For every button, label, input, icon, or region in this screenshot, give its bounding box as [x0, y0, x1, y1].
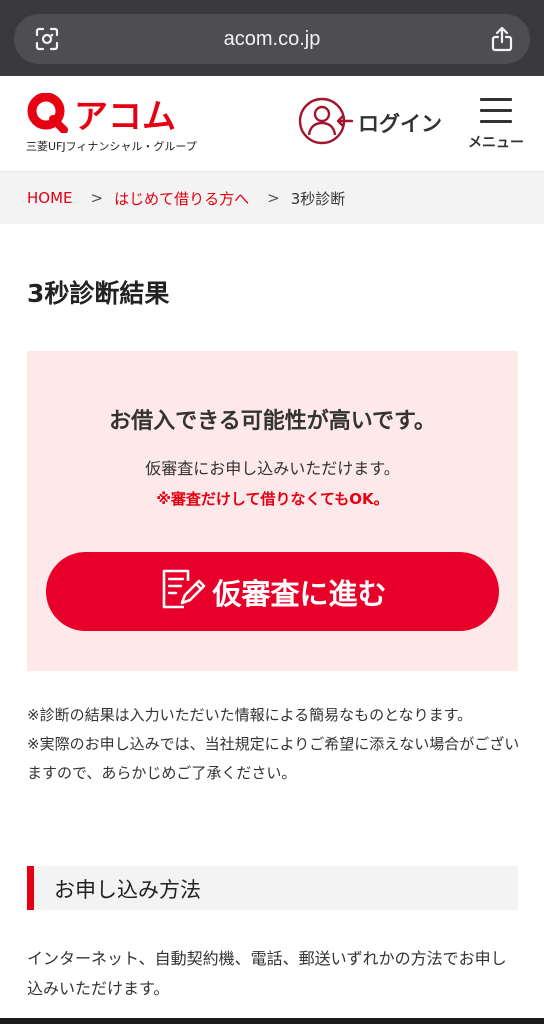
url-text[interactable]: acom.co.jp	[14, 28, 530, 51]
login-label: ログイン	[358, 112, 442, 136]
hamburger-icon-bar	[480, 120, 512, 123]
acom-logo-mark-icon	[26, 92, 70, 137]
section-heading: お申し込み方法	[27, 866, 518, 910]
login-button[interactable]: ログイン	[298, 96, 442, 150]
logo-text: アコム	[74, 97, 176, 137]
breadcrumb-home[interactable]: HOME	[27, 189, 73, 207]
breadcrumb: HOME > はじめて借りる方へ > 3秒診断	[0, 172, 544, 224]
menu-button[interactable]: メニュー	[466, 94, 526, 154]
diagnosis-notes: ※診断の結果は入力いただいた情報による簡易なものとなります。 ※実際のお申し込み…	[27, 701, 521, 788]
logo-subtitle: 三菱UFJフィナンシャル・グループ	[26, 140, 197, 153]
menu-label: メニュー	[468, 135, 524, 151]
address-bar[interactable]: acom.co.jp	[14, 14, 530, 64]
diagnosis-result-box: お借入できる可能性が高いです。 仮審査にお申し込みいただけます。 ※審査だけして…	[27, 351, 518, 671]
breadcrumb-separator: >	[267, 189, 280, 207]
result-note: ※審査だけして借りなくてもOK。	[156, 490, 389, 508]
page-title: 3秒診断結果	[27, 279, 170, 308]
apply-screening-button[interactable]: 仮審査に進む	[46, 552, 499, 631]
application-form-icon	[158, 567, 206, 617]
acom-logo[interactable]: アコム 三菱UFJフィナンシャル・グループ	[26, 92, 197, 155]
share-icon[interactable]	[490, 25, 514, 57]
apply-screening-label: 仮審査に進む	[212, 576, 387, 611]
browser-toolbar: acom.co.jp	[0, 0, 544, 76]
user-login-icon	[298, 96, 356, 150]
hamburger-icon-bar	[480, 109, 512, 112]
result-message: 仮審査にお申し込みいただけます。	[145, 459, 400, 478]
bottom-bar	[0, 1018, 544, 1024]
site-header: アコム 三菱UFJフィナンシャル・グループ ログイン メニュー	[0, 76, 544, 172]
breadcrumb-separator: >	[90, 189, 104, 207]
section-body-text: インターネット、自動契約機、電話、郵送いずれかの方法でお申し込みいただけます。	[27, 949, 507, 998]
section-title: お申し込み方法	[54, 878, 201, 902]
note-text: ※診断の結果は入力いただいた情報による簡易なものとなります。	[27, 706, 473, 724]
hamburger-icon	[480, 98, 512, 101]
breadcrumb-current: 3秒診断	[290, 189, 346, 208]
note-text: ※実際のお申し込みでは、当社規定によりご希望に添えない場合がございますので、あら…	[27, 735, 520, 782]
breadcrumb-first-time[interactable]: はじめて借りる方へ	[114, 188, 249, 209]
result-headline: お借入できる可能性が高いです。	[109, 409, 436, 434]
